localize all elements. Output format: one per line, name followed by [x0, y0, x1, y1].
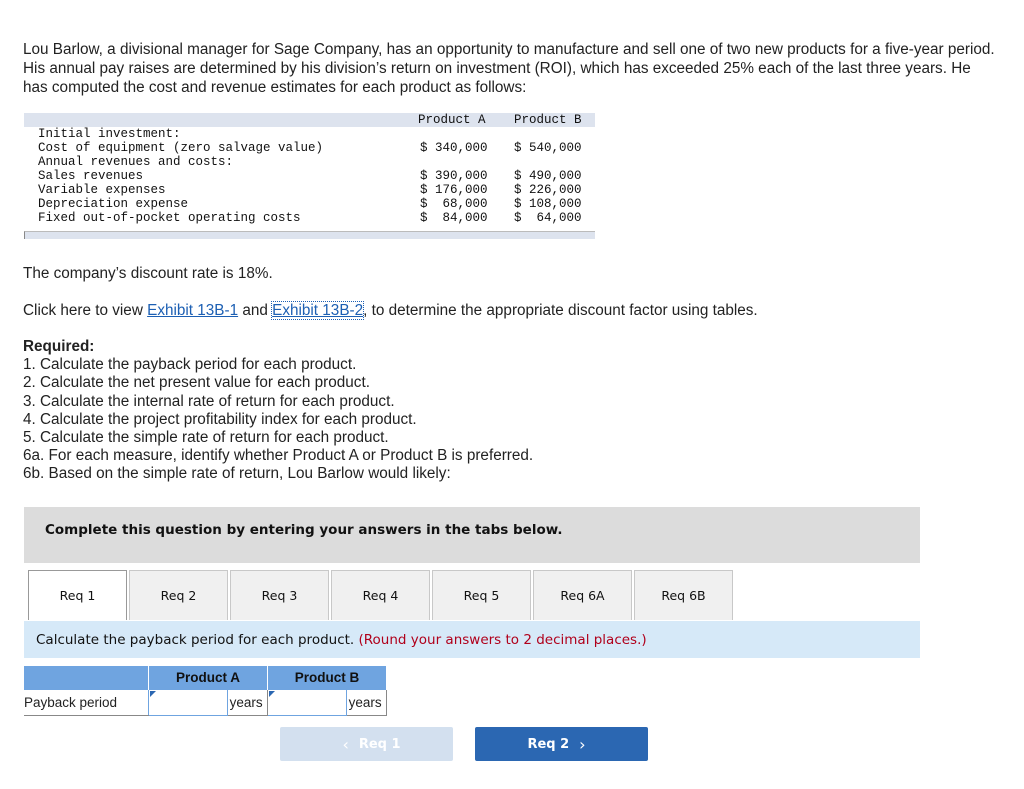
table-row: Payback period years years — [24, 689, 388, 716]
payback-b-cell — [267, 689, 347, 716]
table-row: Sales revenues $ 390,000 $ 490,000 — [38, 169, 582, 183]
required-item: 2. Calculate the net present value for e… — [23, 374, 370, 392]
required-title: Required: — [23, 338, 95, 355]
problem-intro: Lou Barlow, a divisional manager for Sag… — [23, 41, 995, 96]
required-item: 3. Calculate the internal rate of return… — [23, 392, 395, 410]
tab-req-2[interactable]: Req 2 — [129, 570, 228, 620]
required-section: Required: 1. Calculate the payback perio… — [23, 338, 533, 484]
tab-req-4[interactable]: Req 4 — [331, 570, 430, 620]
chevron-right-icon: › — [579, 734, 586, 754]
next-req-button[interactable]: Req 2 › — [475, 727, 648, 761]
required-item: 6b. Based on the simple rate of return, … — [23, 465, 451, 483]
exhibit-line: Click here to view Exhibit 13B-1 and Exh… — [23, 301, 758, 320]
payback-a-cell — [148, 689, 228, 716]
table-row: Annual revenues and costs: — [38, 155, 234, 169]
rounding-note: (Round your answers to 2 decimal places.… — [358, 632, 647, 648]
unit-label: years — [226, 689, 269, 716]
required-item: 4. Calculate the project profitability i… — [23, 410, 417, 428]
answer-header-product-b: Product B — [267, 666, 387, 690]
exhibit-13b-2-link[interactable]: Exhibit 13B-2 — [271, 301, 365, 320]
required-item: 5. Calculate the simple rate of return f… — [23, 429, 389, 447]
payback-answer-table: Product A Product B Payback period years… — [24, 666, 388, 716]
discount-rate-text: The company’s discount rate is 18%. — [23, 265, 273, 282]
table-footer — [24, 231, 595, 239]
tab-req-6a[interactable]: Req 6A — [533, 570, 632, 620]
instruction-text: Calculate the payback period for each pr… — [36, 632, 359, 648]
tab-req-3[interactable]: Req 3 — [230, 570, 329, 620]
header-product-a: Product A — [418, 113, 486, 127]
table-row: Cost of equipment (zero salvage value) $ … — [38, 141, 582, 155]
table-row: Initial investment: — [38, 127, 181, 141]
answer-header-product-a: Product A — [148, 666, 268, 690]
empty-header — [24, 666, 149, 690]
requirement-tabs: Req 1 Req 2 Req 3 Req 4 Req 5 Req 6A Req… — [28, 570, 735, 621]
unit-label: years — [345, 689, 388, 716]
required-item: 6a. For each measure, identify whether P… — [23, 447, 534, 465]
table-row: Variable expenses $ 176,000 $ 226,000 — [38, 183, 582, 197]
chevron-left-icon: ‹ — [342, 734, 349, 754]
exhibit-13b-1-link[interactable]: Exhibit 13B-1 — [147, 302, 238, 319]
banner-text: Complete this question by entering your … — [45, 522, 563, 538]
header-product-b: Product B — [514, 113, 582, 127]
tab-req-6b[interactable]: Req 6B — [634, 570, 733, 620]
payback-product-a-input[interactable] — [149, 692, 226, 713]
cost-revenue-table: Product A Product B Initial investment: … — [24, 113, 595, 239]
table-row: Fixed out-of-pocket operating costs $ 84,… — [38, 211, 582, 225]
row-label: Payback period — [24, 689, 149, 716]
instructions-banner: Complete this question by entering your … — [24, 507, 920, 563]
prev-req-button[interactable]: ‹ Req 1 — [280, 727, 453, 761]
tab-req-5[interactable]: Req 5 — [432, 570, 531, 620]
required-item: 1. Calculate the payback period for each… — [23, 356, 357, 374]
table-row: Depreciation expense $ 68,000 $ 108,000 — [38, 197, 582, 211]
payback-product-b-input[interactable] — [268, 692, 345, 713]
tab-instruction: Calculate the payback period for each pr… — [24, 621, 920, 658]
tab-req-1[interactable]: Req 1 — [28, 570, 127, 620]
table-header: Product A Product B — [24, 113, 595, 127]
